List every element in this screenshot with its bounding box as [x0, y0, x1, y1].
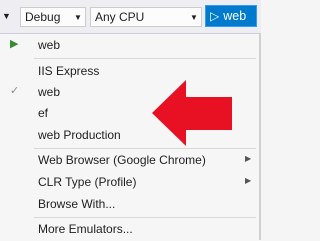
menu-item-browse-with[interactable]: Browse With... [0, 193, 261, 215]
toolbar: ▼ Debug ▼ Any CPU ▼ ▷ web [0, 0, 261, 33]
checkmark-icon: ✓ [10, 85, 20, 97]
chevron-down-icon: ▼ [2, 11, 11, 21]
menu-item-iis-express[interactable]: IIS Express [0, 60, 261, 82]
menu-item-label: Browse With... [38, 197, 116, 211]
menu-item-more-emulators[interactable]: More Emulators... [0, 218, 261, 240]
menu-item-label: CLR Type (Profile) [38, 175, 137, 189]
chevron-down-icon: ▼ [190, 12, 198, 22]
configuration-combo[interactable]: Debug ▼ [20, 7, 86, 27]
menu-item-label: web [38, 38, 61, 52]
menu-item-label: ef [38, 106, 49, 120]
run-button[interactable]: ▷ web [205, 5, 257, 27]
red-arrow-icon [152, 80, 232, 146]
menu-item-label: IIS Express [38, 64, 100, 78]
play-icon: ▶ [10, 38, 19, 50]
chevron-down-icon: ▼ [74, 12, 82, 22]
annotation-arrow-shape [152, 80, 232, 146]
platform-value: Any CPU [95, 10, 145, 24]
menu-item-label: web [38, 85, 61, 99]
play-icon: ▷ [210, 9, 220, 23]
menu-right-border [259, 33, 261, 240]
menu-item-label: More Emulators... [38, 222, 133, 236]
configuration-value: Debug [25, 10, 61, 24]
toolbar-dropdown-button[interactable]: ▼ [0, 7, 12, 27]
chevron-right-icon: ▶ [245, 176, 252, 185]
menu-item-clr-type[interactable]: CLR Type (Profile) ▶ [0, 171, 261, 193]
menu-separator [34, 58, 256, 59]
platform-combo[interactable]: Any CPU ▼ [90, 7, 202, 27]
menu-item-label: Web Browser (Google Chrome) [38, 153, 206, 167]
menu-item-web-browser[interactable]: Web Browser (Google Chrome) ▶ [0, 149, 261, 171]
menu-item-run-web[interactable]: ▶ web [0, 34, 261, 56]
run-button-label: web [223, 9, 247, 23]
menu-item-label: web Production [38, 128, 121, 142]
chevron-right-icon: ▶ [245, 154, 252, 163]
